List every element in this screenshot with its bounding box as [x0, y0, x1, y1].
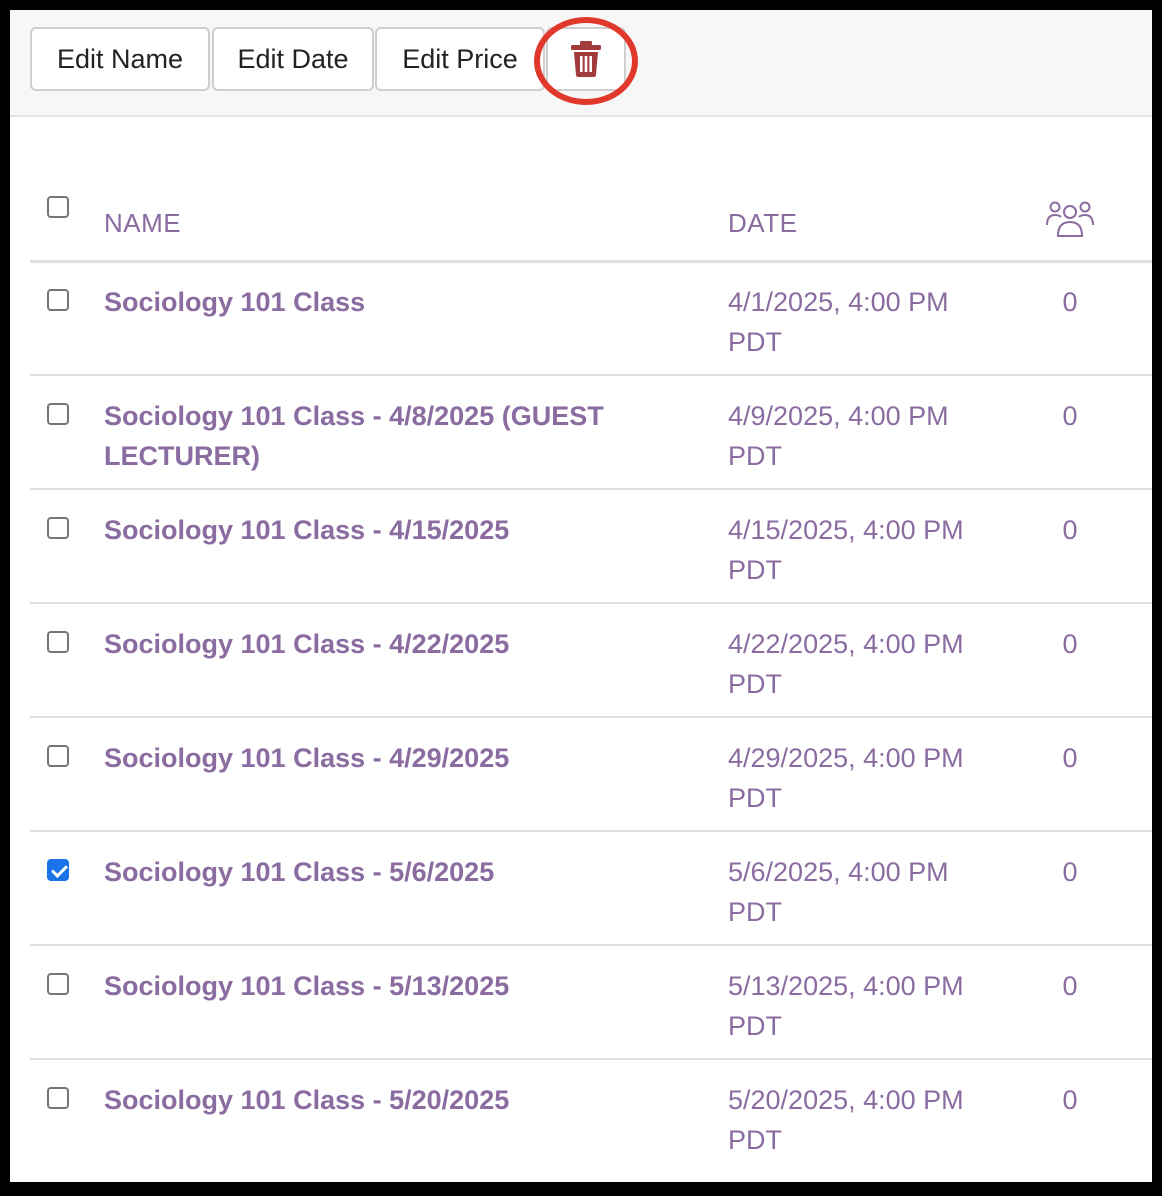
table-row[interactable]: Sociology 101 Class - 5/20/2025 5/20/2025… — [30, 1060, 1152, 1172]
edit-price-button[interactable]: Edit Price — [375, 27, 545, 91]
attendee-count: 0 — [1062, 629, 1078, 659]
row-checkbox[interactable] — [47, 631, 69, 653]
table-row[interactable]: Sociology 101 Class 4/1/2025, 4:00 PM PDT… — [30, 262, 1152, 376]
table-row[interactable]: Sociology 101 Class - 5/13/2025 5/13/2025… — [30, 946, 1152, 1060]
select-all-checkbox[interactable] — [47, 196, 69, 218]
event-date: 4/1/2025, 4:00 PM PDT — [728, 287, 949, 357]
row-checkbox[interactable] — [47, 859, 69, 881]
event-name-link[interactable]: Sociology 101 Class - 4/29/2025 — [104, 738, 624, 778]
row-checkbox[interactable] — [47, 745, 69, 767]
row-checkbox[interactable] — [47, 1087, 69, 1109]
date-column-header[interactable]: DATE — [728, 208, 797, 239]
table-row[interactable]: Sociology 101 Class - 4/15/2025 4/15/2025… — [30, 490, 1152, 604]
table-row[interactable]: Sociology 101 Class - 4/8/2025 (GUEST LE… — [30, 376, 1152, 490]
row-checkbox[interactable] — [47, 517, 69, 539]
event-name-link[interactable]: Sociology 101 Class - 5/6/2025 — [104, 852, 624, 892]
events-table-body: Sociology 101 Class 4/1/2025, 4:00 PM PDT… — [30, 262, 1152, 1172]
row-checkbox[interactable] — [47, 973, 69, 995]
attendee-count: 0 — [1062, 515, 1078, 545]
event-date: 4/9/2025, 4:00 PM PDT — [728, 401, 949, 471]
event-name-link[interactable]: Sociology 101 Class - 4/22/2025 — [104, 624, 624, 664]
attendee-count: 0 — [1062, 857, 1078, 887]
row-checkbox[interactable] — [47, 403, 69, 425]
event-name-link[interactable]: Sociology 101 Class - 4/8/2025 (GUEST LE… — [104, 396, 624, 476]
table-header: NAME DATE — [30, 190, 1152, 263]
edit-name-button[interactable]: Edit Name — [30, 27, 210, 91]
attendee-count: 0 — [1062, 287, 1078, 317]
attendee-count: 0 — [1062, 743, 1078, 773]
row-checkbox[interactable] — [47, 289, 69, 311]
event-date: 4/15/2025, 4:00 PM PDT — [728, 515, 964, 585]
page-frame: Edit Name Edit Date Edit Price NAME DATE — [10, 10, 1152, 1182]
table-row[interactable]: Sociology 101 Class - 5/6/2025 5/6/2025, … — [30, 832, 1152, 946]
event-date: 4/29/2025, 4:00 PM PDT — [728, 743, 964, 813]
attendee-count: 0 — [1062, 401, 1078, 431]
bulk-action-toolbar: Edit Name Edit Date Edit Price — [10, 10, 1152, 117]
attendee-count: 0 — [1062, 971, 1078, 1001]
table-row[interactable]: Sociology 101 Class - 4/22/2025 4/22/2025… — [30, 604, 1152, 718]
delete-button[interactable] — [546, 27, 626, 91]
event-date: 5/13/2025, 4:00 PM PDT — [728, 971, 964, 1041]
event-name-link[interactable]: Sociology 101 Class - 4/15/2025 — [104, 510, 624, 550]
trash-icon — [571, 41, 601, 77]
event-name-link[interactable]: Sociology 101 Class — [104, 282, 624, 322]
people-icon — [1046, 201, 1094, 237]
event-date: 4/22/2025, 4:00 PM PDT — [728, 629, 964, 699]
event-date: 5/20/2025, 4:00 PM PDT — [728, 1085, 964, 1155]
event-name-link[interactable]: Sociology 101 Class - 5/20/2025 — [104, 1080, 624, 1120]
edit-date-button[interactable]: Edit Date — [212, 27, 374, 91]
attendee-count: 0 — [1062, 1085, 1078, 1115]
event-name-link[interactable]: Sociology 101 Class - 5/13/2025 — [104, 966, 624, 1006]
name-column-header[interactable]: NAME — [104, 208, 181, 239]
table-row[interactable]: Sociology 101 Class - 4/29/2025 4/29/2025… — [30, 718, 1152, 832]
event-date: 5/6/2025, 4:00 PM PDT — [728, 857, 949, 927]
